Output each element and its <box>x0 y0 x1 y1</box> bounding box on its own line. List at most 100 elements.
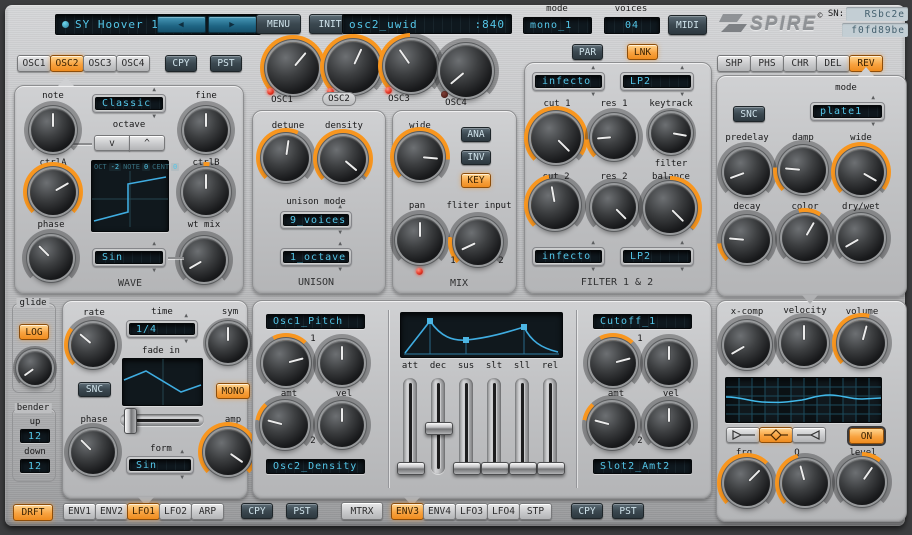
tab-lfo3[interactable]: LFO3 <box>455 503 488 520</box>
spinner-down-icon[interactable]: ▼ <box>591 267 595 273</box>
res2-knob[interactable] <box>592 185 636 229</box>
tab-phs[interactable]: PHS <box>750 55 784 72</box>
sll-slider-handle[interactable] <box>509 462 537 475</box>
spinner-up-icon[interactable]: ▲ <box>680 240 684 246</box>
par-button[interactable]: PAR <box>572 44 603 60</box>
preset-display[interactable]: SY Hoover 1 ◀ ▶ <box>55 14 261 35</box>
lnk-button[interactable]: LNK <box>627 44 658 60</box>
q-knob[interactable] <box>782 460 828 506</box>
rel-slider[interactable] <box>543 378 557 474</box>
tab-env2[interactable]: ENV2 <box>95 503 128 520</box>
preset-prev-button[interactable]: ◀ <box>157 16 206 33</box>
bender-up-display[interactable]: 12 <box>20 429 50 443</box>
tab-stp[interactable]: STP <box>519 503 552 520</box>
lfo-mono-button[interactable]: MONO <box>216 383 250 399</box>
tab-osc2[interactable]: OSC2 <box>50 55 84 72</box>
mod-slot3-amt-knob[interactable] <box>590 340 636 386</box>
octave-up-button[interactable]: ^ <box>129 135 165 151</box>
att-slider[interactable] <box>403 378 417 474</box>
fade-slider-handle[interactable] <box>124 408 137 434</box>
filter-input-knob[interactable] <box>455 219 501 265</box>
lfo-sync-button[interactable]: SNC <box>78 382 111 397</box>
filter2-type-dropdown[interactable]: infecto ▲▼ <box>532 247 605 266</box>
eq-peak-button[interactable] <box>759 427 793 443</box>
cut1-knob[interactable] <box>531 113 581 163</box>
sll-slider[interactable] <box>515 378 529 474</box>
drywet-knob[interactable] <box>838 215 884 261</box>
tab-osc1[interactable]: OSC1 <box>17 55 51 72</box>
tab-lfo1[interactable]: LFO1 <box>127 503 160 520</box>
filter1-type-dropdown[interactable]: infecto ▲▼ <box>532 72 605 91</box>
unison-octave-dropdown[interactable]: 1_octave ▲▼ <box>280 248 352 266</box>
mod-slot4-amt-knob[interactable] <box>589 402 635 448</box>
mod-slot4-target-display[interactable]: Slot2_Amt2 <box>593 459 692 474</box>
spinner-down-icon[interactable]: ▼ <box>152 114 156 120</box>
mod-right-copy-button[interactable]: CPY <box>571 503 603 519</box>
level-knob[interactable] <box>839 459 885 505</box>
spinner-down-icon[interactable]: ▼ <box>180 475 184 481</box>
drift-button[interactable]: DRFT <box>13 504 53 521</box>
mix-wide-knob[interactable] <box>397 134 443 180</box>
spinner-up-icon[interactable]: ▲ <box>871 95 875 101</box>
dec-slider[interactable] <box>431 378 445 474</box>
fade-slider-track[interactable] <box>120 414 204 426</box>
osc-paste-button[interactable]: PST <box>210 55 242 72</box>
osc-copy-button[interactable]: CPY <box>165 55 197 72</box>
spinner-down-icon[interactable]: ▼ <box>338 267 342 273</box>
mod-slot1-amt-knob[interactable] <box>263 340 309 386</box>
mod-slot2-target-display[interactable]: Osc2_Density <box>266 459 365 474</box>
tab-lfo4[interactable]: LFO4 <box>487 503 520 520</box>
eq-lowshelf-button[interactable] <box>726 427 760 443</box>
slt-slider[interactable] <box>487 378 501 474</box>
tab-lfo2[interactable]: LFO2 <box>159 503 192 520</box>
unison-voices-dropdown[interactable]: 9_voices ▲▼ <box>280 211 352 229</box>
mod-left-paste-button[interactable]: PST <box>286 503 318 519</box>
pan-knob[interactable] <box>397 217 443 263</box>
glide-knob[interactable] <box>18 351 52 385</box>
tab-del[interactable]: DEL <box>816 55 850 72</box>
eq-on-button[interactable]: ON <box>849 428 884 444</box>
volume-knob[interactable] <box>839 320 885 366</box>
osc2-level-knob[interactable] <box>327 41 379 93</box>
cut2-knob[interactable] <box>531 181 579 229</box>
rev-sync-button[interactable]: SNC <box>733 106 765 122</box>
spinner-down-icon[interactable]: ▼ <box>591 92 595 98</box>
spinner-down-icon[interactable]: ▼ <box>152 268 156 274</box>
decay-knob[interactable] <box>724 217 770 263</box>
key-button[interactable]: KEY <box>461 173 491 188</box>
spinner-up-icon[interactable]: ▲ <box>152 241 156 247</box>
sym-knob[interactable] <box>208 323 248 363</box>
spinner-up-icon[interactable]: ▲ <box>184 313 188 319</box>
midi-button[interactable]: MIDI <box>668 15 707 35</box>
tab-osc3[interactable]: OSC3 <box>83 55 117 72</box>
mod-right-paste-button[interactable]: PST <box>612 503 644 519</box>
wtmix-knob[interactable] <box>182 238 226 282</box>
spinner-up-icon[interactable]: ▲ <box>591 65 595 71</box>
note-knob[interactable] <box>31 108 75 152</box>
mod-slot1-vel-knob[interactable] <box>320 341 364 385</box>
tab-env3[interactable]: ENV3 <box>391 503 424 520</box>
phase-knob[interactable] <box>29 236 73 280</box>
eq-highshelf-button[interactable] <box>792 427 826 443</box>
spinner-down-icon[interactable]: ▼ <box>338 230 342 236</box>
tab-chr[interactable]: CHR <box>783 55 817 72</box>
octave-down-button[interactable]: v <box>94 135 130 151</box>
tab-env4[interactable]: ENV4 <box>423 503 456 520</box>
mod-slot1-target-display[interactable]: Osc1_Pitch <box>266 314 365 329</box>
spinner-down-icon[interactable]: ▼ <box>184 339 188 345</box>
wave-select-dropdown[interactable]: Classic ▲▼ <box>92 94 166 113</box>
res1-knob[interactable] <box>592 115 636 159</box>
fine-knob[interactable] <box>184 108 228 152</box>
filter-balance-knob[interactable] <box>645 183 695 233</box>
sus-slider[interactable] <box>459 378 473 474</box>
mod-slot3-vel-knob[interactable] <box>647 341 691 385</box>
mod-slot4-vel-knob[interactable] <box>647 403 691 447</box>
keytrack-knob[interactable] <box>651 113 691 153</box>
mod-left-copy-button[interactable]: CPY <box>241 503 273 519</box>
filter2-slope-dropdown[interactable]: LP2 ▲▼ <box>620 247 694 266</box>
lfo-time-dropdown[interactable]: 1/4 ▲▼ <box>126 320 198 338</box>
mode-display[interactable]: mono_1 <box>523 17 592 34</box>
tab-osc4[interactable]: OSC4 <box>116 55 150 72</box>
tab-arp[interactable]: ARP <box>191 503 224 520</box>
bender-down-display[interactable]: 12 <box>20 459 50 473</box>
